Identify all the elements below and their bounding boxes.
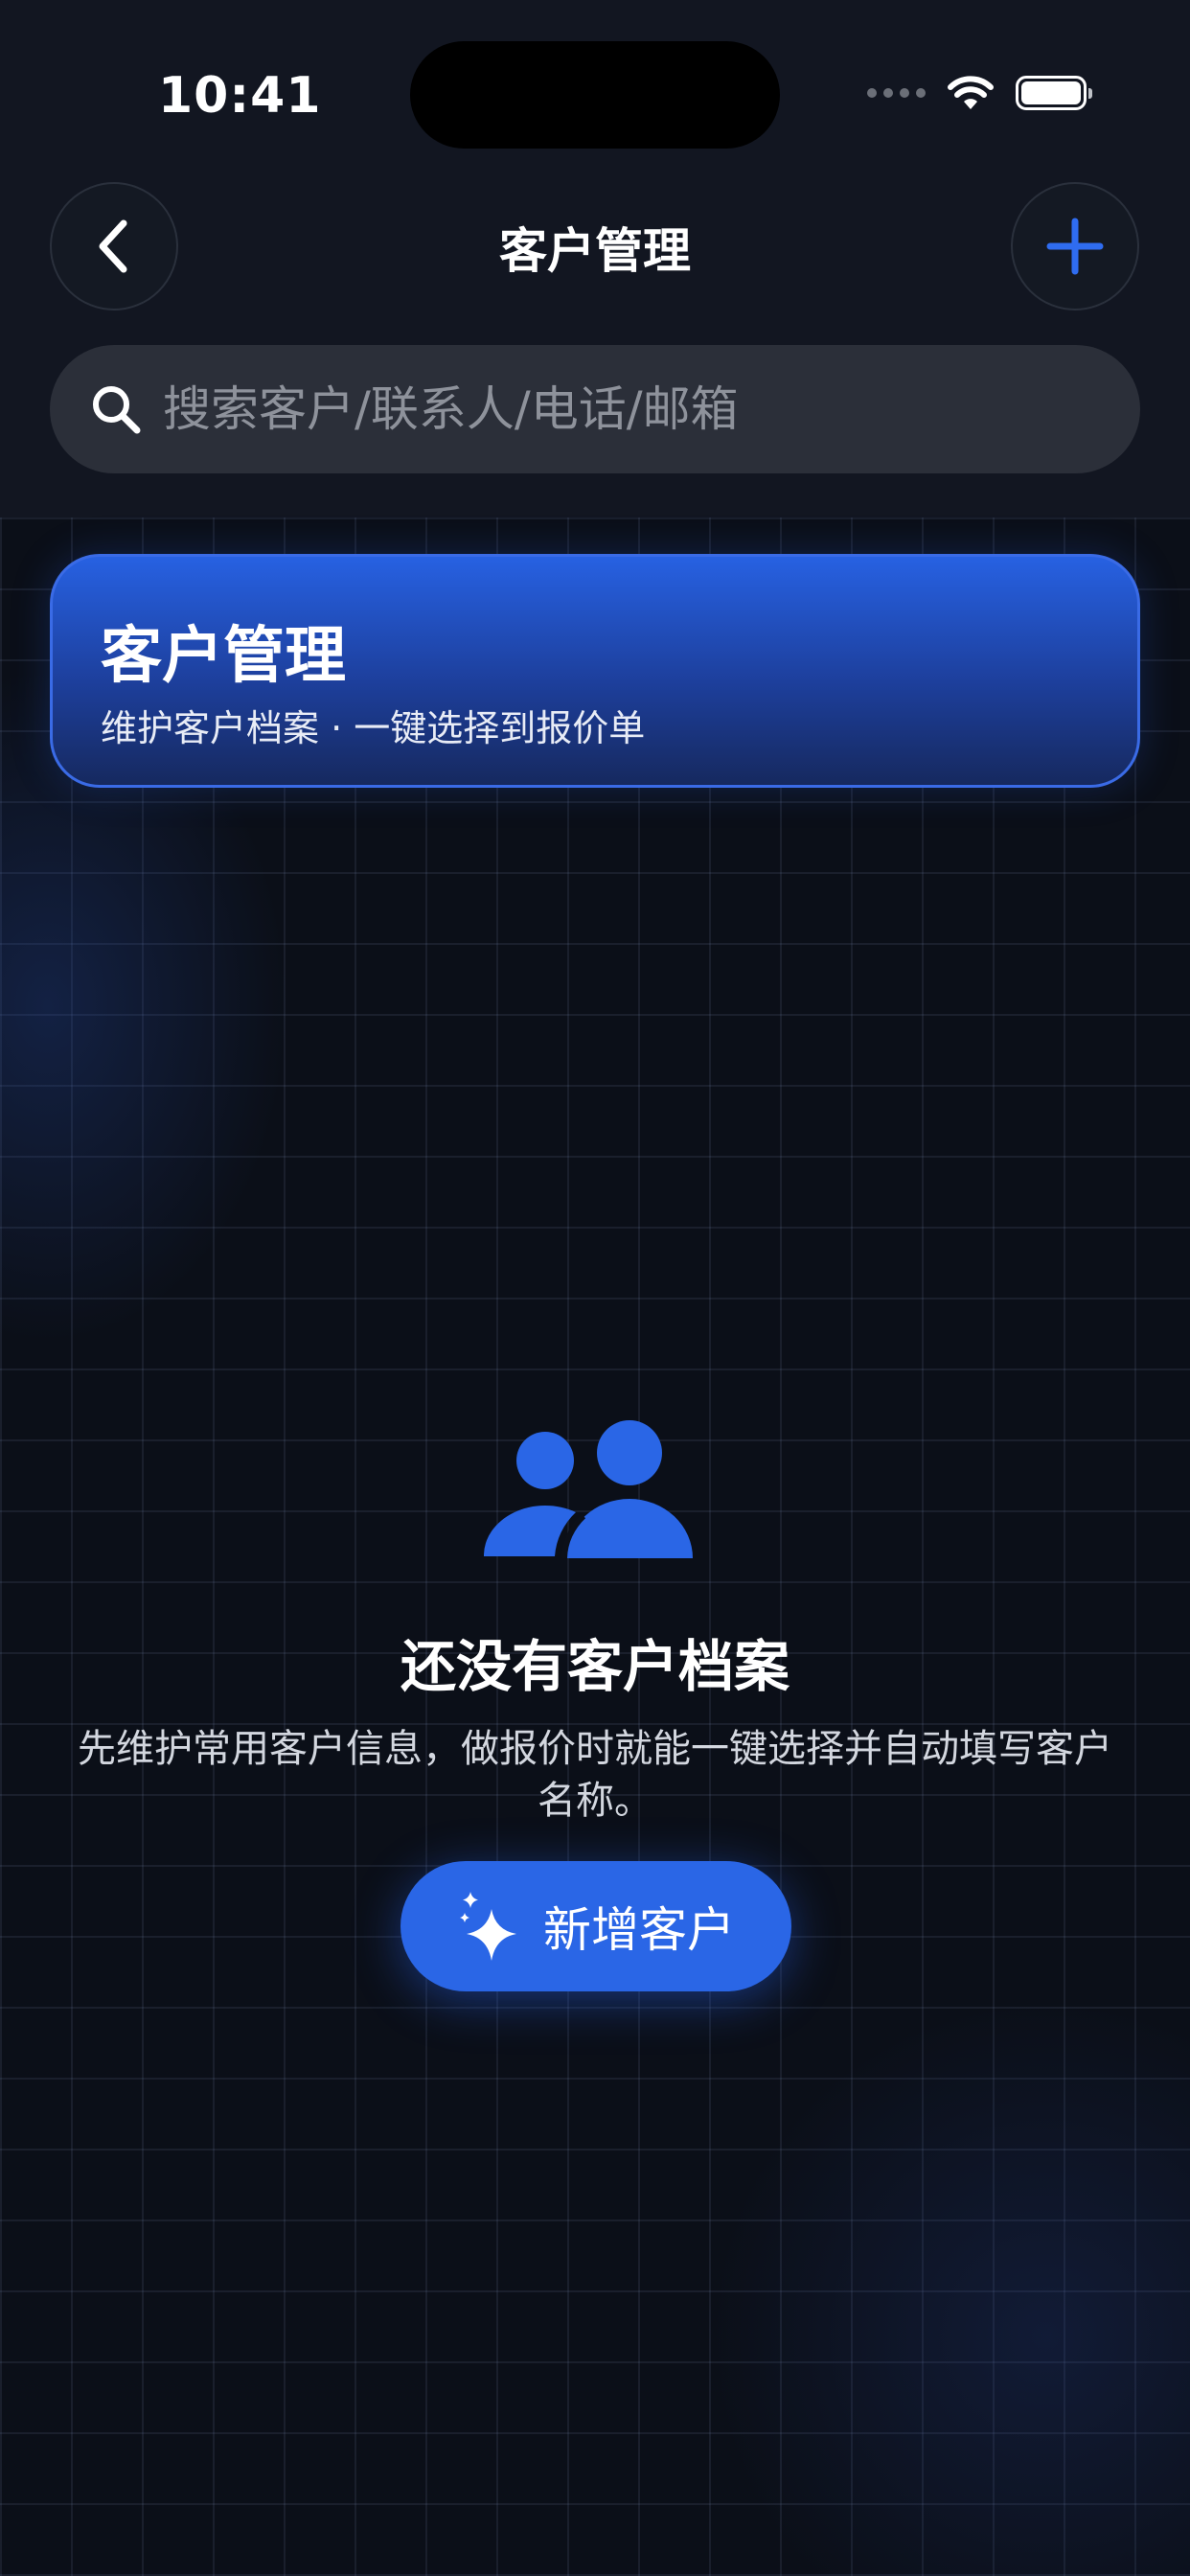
info-banner: 客户管理 维护客户档案 · 一键选择到报价单 (50, 554, 1140, 788)
search-input[interactable] (161, 370, 1104, 448)
background-glow-right (711, 2001, 1190, 2576)
users-icon (484, 1420, 693, 1559)
new-customer-button[interactable]: 新增客户 (400, 1861, 791, 1991)
battery-icon (1016, 76, 1092, 110)
add-customer-button[interactable] (1011, 182, 1139, 310)
search-icon (88, 381, 144, 437)
plus-icon (1046, 218, 1104, 275)
search-bar[interactable] (50, 345, 1140, 473)
empty-state-title: 还没有客户档案 (400, 1634, 790, 1699)
empty-state-description: 先维护常用客户信息，做报价时就能一键选择并自动填写客户名称。 (78, 1727, 1112, 1823)
customer-management-screen: 10:41 客户管理 搜索客户/联系人/电话/邮箱 客户管理 维护客户档案 · … (0, 0, 1190, 2576)
sparkles-icon (457, 1888, 522, 1965)
banner-title: 客户管理 (101, 621, 346, 692)
cellular-signal-icon (867, 88, 926, 98)
new-customer-button-label: 新增客户 (543, 1902, 735, 1958)
header: 10:41 客户管理 (0, 0, 1190, 518)
status-time: 10:41 (158, 67, 322, 125)
status-indicators (867, 75, 1092, 111)
banner-subtitle: 维护客户档案 · 一键选择到报价单 (101, 707, 646, 749)
dynamic-island (410, 41, 780, 149)
wifi-icon (948, 76, 994, 109)
